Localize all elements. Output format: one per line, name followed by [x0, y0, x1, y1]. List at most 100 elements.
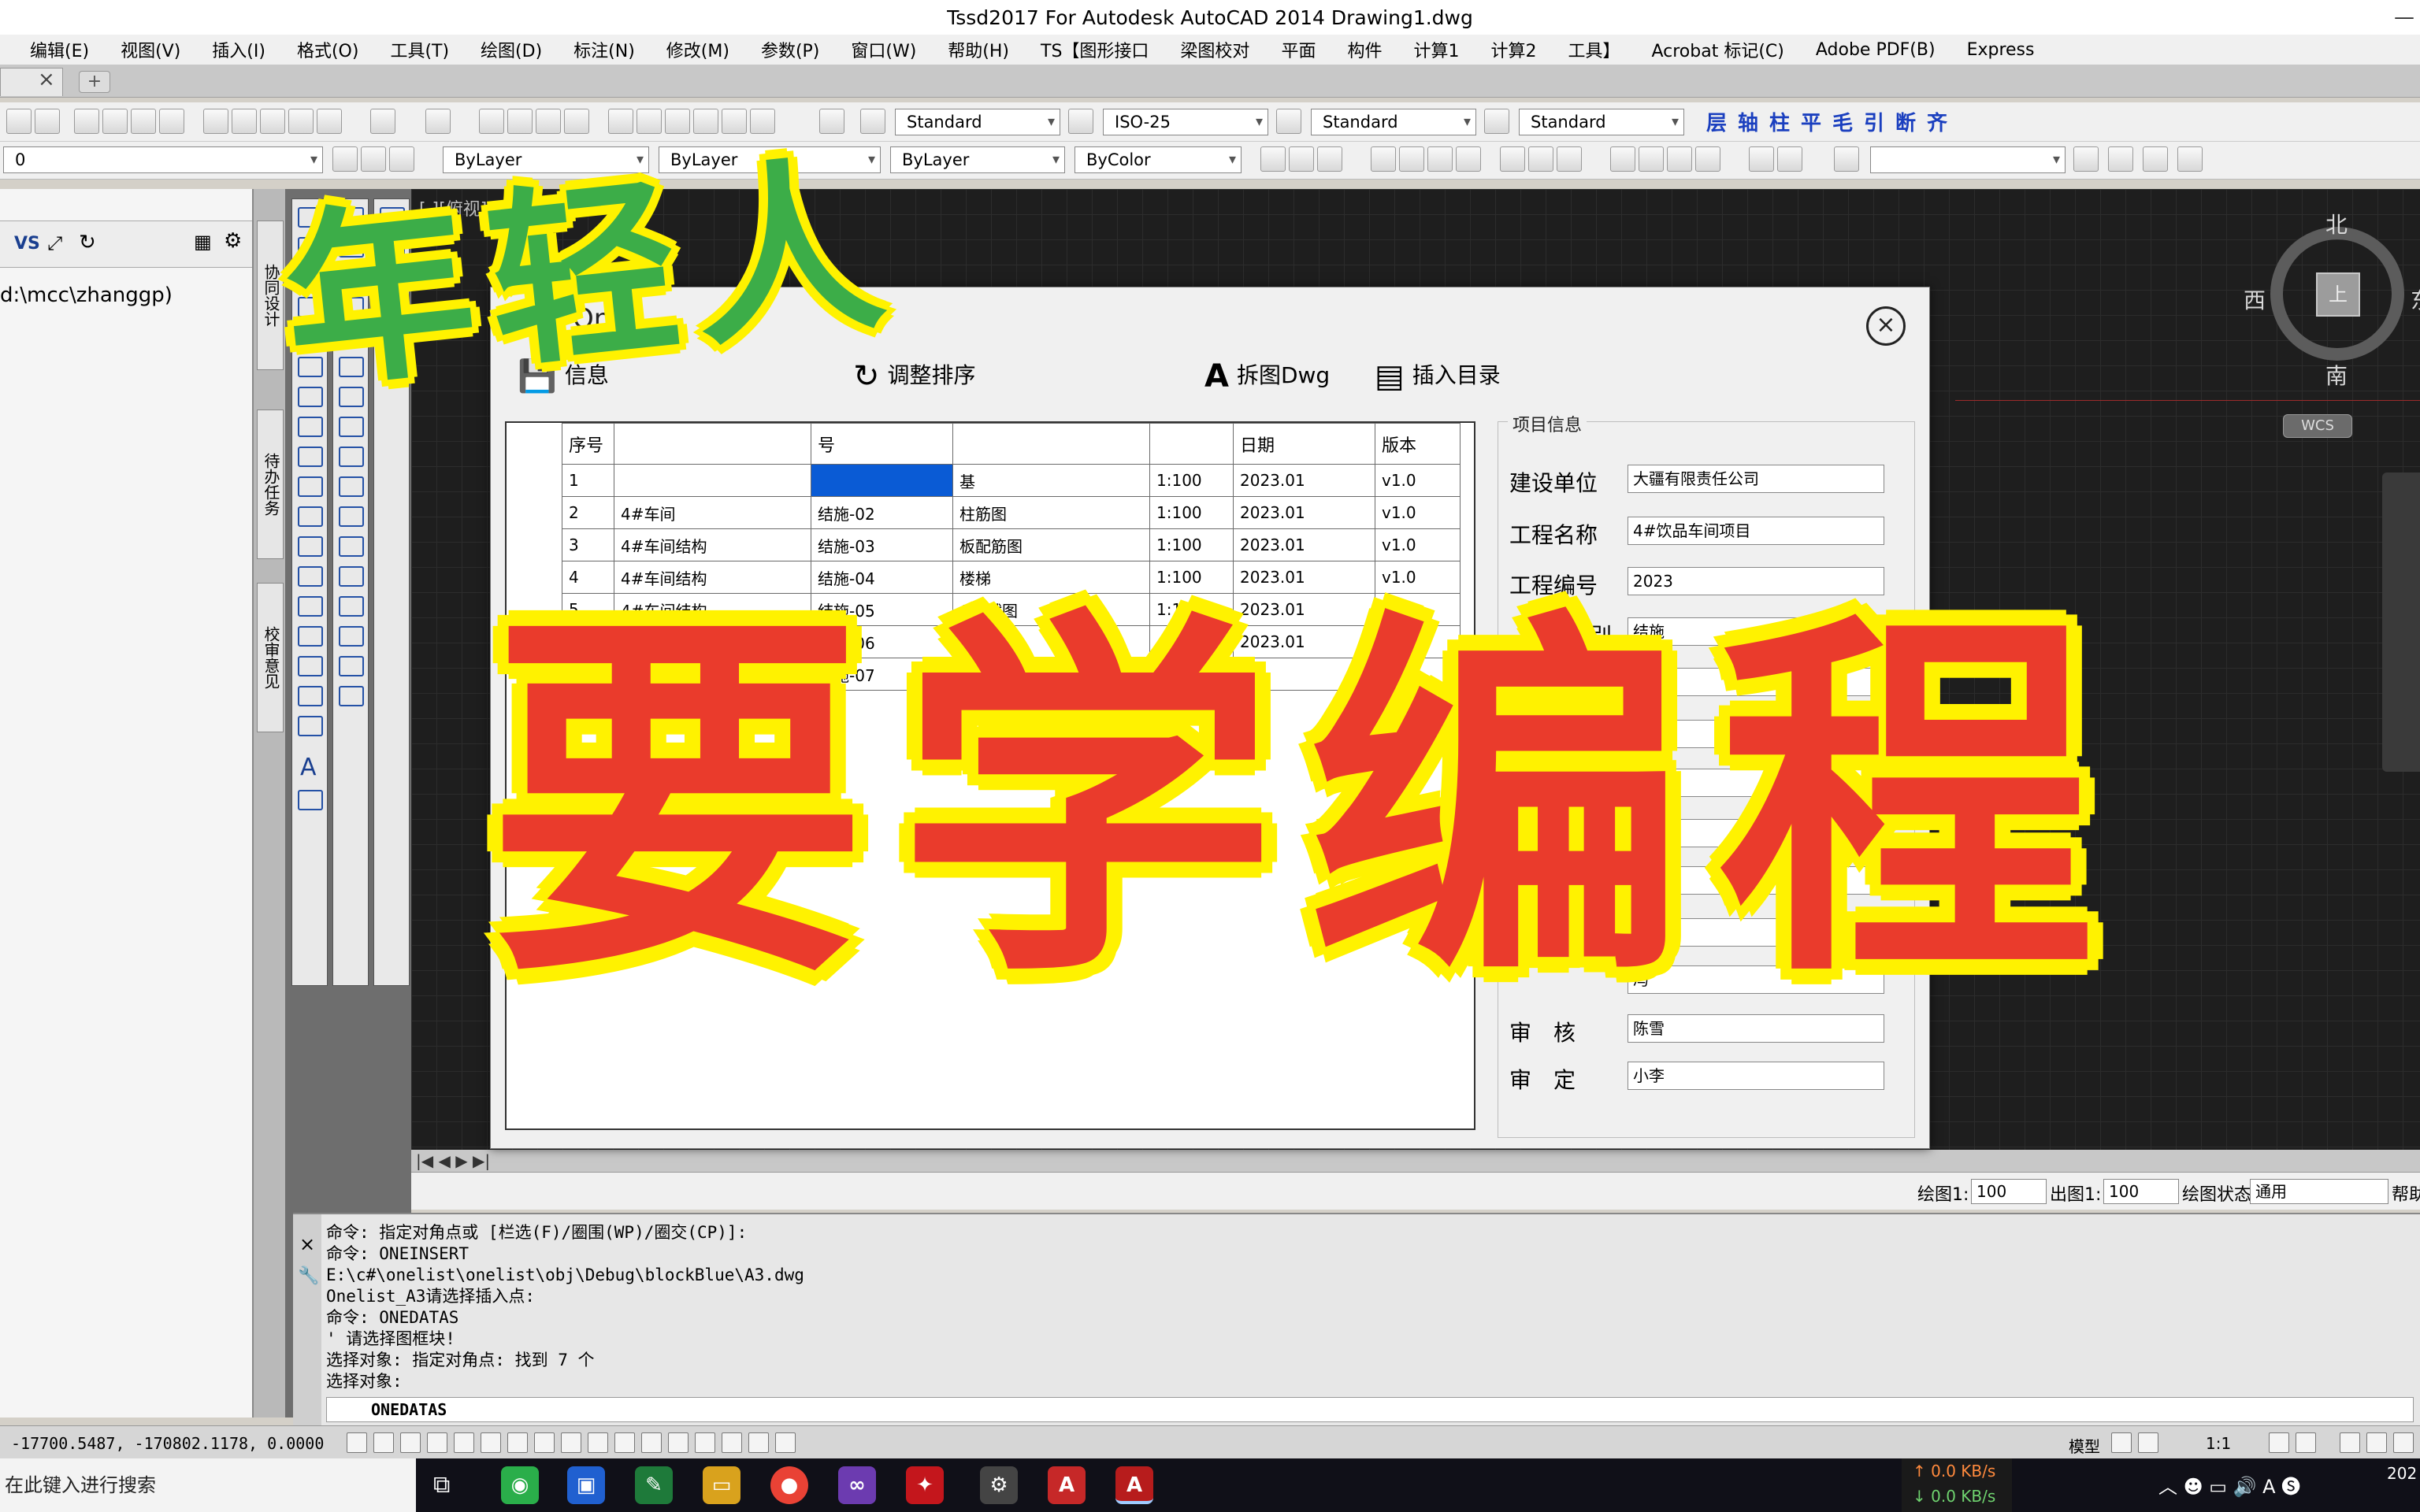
wrench-icon[interactable]: 🔧 [298, 1266, 319, 1286]
grid-view-icon[interactable]: ▦ [194, 231, 212, 253]
cursor-coordinates[interactable]: -17700.5487, -170802.1178, 0.0000 [11, 1434, 324, 1453]
join-icon[interactable] [339, 566, 364, 587]
vs-button[interactable]: VS [14, 234, 40, 254]
minimize-button[interactable]: — [2388, 6, 2420, 29]
cell-selected[interactable] [811, 464, 953, 497]
tssd-tool-r-icon[interactable] [2073, 146, 2099, 172]
compass-west[interactable]: 西 [2244, 284, 2266, 315]
cell[interactable]: 4#车间 [614, 496, 811, 529]
text-style-select[interactable]: Standard [895, 109, 1060, 135]
table-row[interactable]: 3 4#车间结构 结施-03 板配筋图 1:100 2023.01 v1.0 [562, 528, 1461, 561]
col-index[interactable]: 序号 [562, 423, 614, 465]
cell[interactable]: 1:100 [1149, 528, 1234, 561]
tssd-tool-q-icon[interactable] [1834, 146, 1859, 172]
zoom-previous-icon[interactable] [564, 109, 589, 134]
col-date[interactable]: 日期 [1233, 423, 1375, 465]
mleader-style-select[interactable]: Standard [1519, 109, 1684, 135]
compass-east[interactable]: 东 [2411, 284, 2420, 315]
design-center-icon[interactable] [637, 109, 662, 134]
copy-icon[interactable] [232, 109, 257, 134]
system-tray[interactable]: ︿ ☻ ▭ 🔊 A 🅢 [2158, 1471, 2300, 1499]
cell[interactable]: v1.0 [1375, 496, 1461, 529]
tssd-column-tool[interactable]: 柱 [1769, 107, 1790, 136]
cell[interactable]: 2023.01 [1233, 464, 1375, 497]
tssd-combo[interactable] [1870, 146, 2066, 173]
table-icon[interactable] [298, 716, 323, 736]
wechat-icon[interactable]: ◉ [501, 1466, 539, 1504]
layout-nav-icon[interactable]: |◀ ◀ ▶ ▶| [416, 1151, 490, 1170]
layer-select[interactable]: 0 [3, 146, 323, 173]
menu-modify[interactable]: 修改(M) [666, 37, 729, 62]
quick-view-drawings-icon[interactable] [2138, 1432, 2158, 1453]
adjust-order-button[interactable]: ↻ 调整排序 [853, 354, 976, 398]
dialog-close-button[interactable]: × [1866, 306, 1906, 346]
save-icon[interactable] [35, 109, 60, 134]
insert-block-icon[interactable] [298, 536, 323, 557]
tssd-flat-tool[interactable]: 平 [1801, 107, 1821, 136]
wcs-menu[interactable]: WCS [2283, 414, 2352, 438]
preview-icon[interactable] [102, 109, 128, 134]
pan-icon[interactable] [479, 109, 504, 134]
fillet-icon[interactable] [339, 626, 364, 647]
menu-express[interactable]: Express [1967, 40, 2035, 60]
blend-icon[interactable] [339, 656, 364, 676]
tssd-tool-b-icon[interactable] [1289, 146, 1314, 172]
close-tab-icon[interactable]: × [38, 68, 55, 91]
output-scale-select[interactable]: 100 [2103, 1179, 2179, 1204]
cell[interactable]: 1 [562, 464, 614, 497]
open-icon[interactable] [6, 109, 32, 134]
help-icon[interactable] [819, 109, 844, 134]
snap-mode-icon[interactable] [373, 1432, 394, 1453]
cut-icon[interactable] [203, 109, 228, 134]
redo-icon[interactable] [425, 109, 451, 134]
menu-adobe-pdf[interactable]: Adobe PDF(B) [1816, 40, 1936, 60]
command-input[interactable]: ONEDATAS [326, 1397, 2414, 1422]
navigation-bar[interactable] [2382, 472, 2420, 772]
dim-style-icon[interactable] [1068, 109, 1093, 134]
col-version[interactable]: 版本 [1375, 423, 1461, 465]
approver-input[interactable]: 小李 [1628, 1062, 1884, 1090]
crosshair-icon[interactable] [775, 1432, 796, 1453]
object-snap-icon[interactable] [481, 1432, 501, 1453]
zoom-window-icon[interactable] [536, 109, 561, 134]
annotation-visibility-icon[interactable] [2269, 1432, 2289, 1453]
menu-insert[interactable]: 插入(I) [212, 37, 265, 62]
extend-icon[interactable] [339, 506, 364, 527]
notepad-icon[interactable]: ✎ [635, 1466, 673, 1504]
menu-edit[interactable]: 编辑(E) [30, 37, 89, 62]
trim-icon[interactable] [339, 476, 364, 497]
cell[interactable]: 柱筋图 [952, 496, 1150, 529]
help-link[interactable]: 帮助 [2392, 1180, 2420, 1206]
compass-south[interactable]: 南 [2325, 359, 2348, 391]
command-line-handle[interactable]: × 🔧 [293, 1214, 321, 1427]
viewcube[interactable]: 上 北 南 西 东 [2244, 212, 2420, 389]
workspace-switch-icon[interactable] [2340, 1432, 2360, 1453]
tssd-break-tool[interactable]: 断 [1895, 107, 1916, 136]
match-prop-icon[interactable] [288, 109, 314, 134]
break-icon[interactable] [339, 536, 364, 557]
chrome-icon[interactable]: ● [770, 1466, 808, 1504]
col-number[interactable]: 号 [811, 423, 953, 465]
menu-tools-ts[interactable]: 工具】 [1568, 37, 1620, 62]
menu-beam-check[interactable]: 梁图校对 [1180, 37, 1249, 62]
tssd-tool-p-icon[interactable] [1777, 146, 1802, 172]
menu-acrobat[interactable]: Acrobat 标记(C) [1651, 37, 1783, 62]
cell[interactable]: v1.0 [1375, 464, 1461, 497]
annotation-monitor-icon[interactable] [722, 1432, 742, 1453]
expand-icon[interactable]: ⤢ [47, 232, 62, 254]
visual-studio-icon[interactable]: ∞ [838, 1466, 876, 1504]
tssd-tool-u-icon[interactable] [2177, 146, 2203, 172]
selection-cycling-icon[interactable] [695, 1432, 715, 1453]
stretch-icon[interactable] [339, 447, 364, 467]
file-explorer-icon[interactable]: ▭ [703, 1466, 740, 1504]
quick-properties-icon[interactable] [668, 1432, 689, 1453]
mleader-style-icon[interactable] [1484, 109, 1509, 134]
settings-icon[interactable]: ⚙ [980, 1466, 1018, 1504]
table-style-icon[interactable] [1276, 109, 1301, 134]
menu-parametric[interactable]: 参数(P) [761, 37, 819, 62]
tssd-align-tool[interactable]: 齐 [1927, 107, 1947, 136]
compass-north[interactable]: 北 [2325, 208, 2348, 239]
point-icon[interactable] [298, 596, 323, 617]
col-project[interactable] [614, 423, 811, 465]
plus-icon[interactable] [748, 1432, 769, 1453]
